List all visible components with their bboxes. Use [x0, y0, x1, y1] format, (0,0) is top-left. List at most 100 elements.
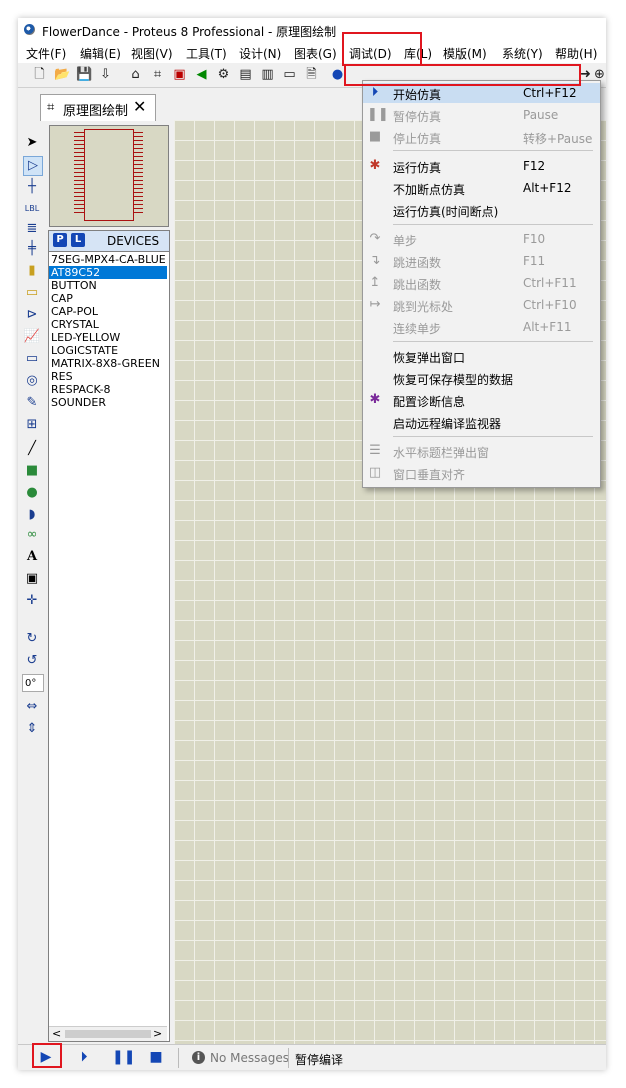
menu-tools[interactable]: 工具(T): [186, 45, 227, 62]
pick-devices-button[interactable]: P: [53, 233, 67, 247]
device-item[interactable]: CAP: [49, 292, 167, 305]
debug-menu-dropdown: ⏵ 开始仿真 Ctrl+F12 ❚❚ 暂停仿真 Pause ■ 停止仿真 转移+…: [362, 80, 601, 488]
menu-step-out[interactable]: ↥ 跳出函数 Ctrl+F11: [363, 273, 600, 293]
bom-icon[interactable]: ▤: [238, 67, 253, 82]
step-simulation-button[interactable]: ⏵: [76, 1049, 92, 1065]
device-item[interactable]: LED-YELLOW: [49, 331, 167, 344]
virtual-instrument-icon[interactable]: ⊞: [23, 416, 41, 434]
scroll-thumb[interactable]: [65, 1030, 151, 1038]
label-mode-icon[interactable]: LBL: [23, 200, 41, 218]
device-item[interactable]: SOUNDER: [49, 396, 167, 409]
menu-pause-simulation[interactable]: ❚❚ 暂停仿真 Pause: [363, 105, 600, 125]
source-code-icon[interactable]: ▥: [260, 67, 275, 82]
menu-help[interactable]: 帮助(H): [555, 45, 597, 62]
tile-vertical-icon: ◫: [368, 465, 382, 480]
menu-separator: [393, 150, 593, 151]
rotate-ccw-icon[interactable]: ↺: [23, 652, 41, 670]
junction-icon[interactable]: ┼: [23, 178, 41, 196]
voltage-probe-icon[interactable]: ✎: [23, 394, 41, 412]
gerber-icon[interactable]: ◀: [194, 67, 209, 82]
notes-icon[interactable]: 🗎: [304, 67, 319, 82]
start-debug-icon: ⏵: [371, 85, 379, 100]
menu-start-simulation[interactable]: ⏵ 开始仿真 Ctrl+F12: [363, 83, 600, 103]
scroll-left-arrow[interactable]: <: [52, 1027, 61, 1040]
tab-schematic[interactable]: ⌗ 原理图绘制 ✕: [40, 94, 156, 121]
device-item[interactable]: CAP-POL: [49, 305, 167, 318]
open-folder-icon[interactable]: 📂: [54, 67, 70, 82]
symbol-tool-icon[interactable]: ▣: [23, 570, 41, 588]
menu-tile-horizontal[interactable]: ☰ 水平标题栏弹出窗: [363, 441, 600, 461]
menu-step-into[interactable]: ↴ 跳进函数 F11: [363, 251, 600, 271]
device-item[interactable]: RESPACK-8: [49, 383, 167, 396]
text-script-icon[interactable]: ≣: [23, 220, 41, 238]
help-icon[interactable]: ●: [330, 67, 345, 82]
bus-icon[interactable]: ╪: [23, 240, 41, 258]
subcircuit-icon[interactable]: ▮: [23, 262, 41, 280]
menu-restore-popups[interactable]: 恢复弹出窗口: [363, 346, 600, 366]
menu-run-simulation[interactable]: ✱ 运行仿真 F12: [363, 156, 600, 176]
device-item-selected[interactable]: AT89C52: [49, 266, 167, 279]
menu-design[interactable]: 设计(N): [239, 45, 281, 62]
marker-tool-icon[interactable]: ✛: [23, 592, 41, 610]
close-tab-icon[interactable]: ✕: [133, 97, 146, 116]
menu-graph[interactable]: 图表(G): [294, 45, 337, 62]
menu-view[interactable]: 视图(V): [131, 45, 173, 62]
menu-stop-simulation[interactable]: ■ 停止仿真 转移+Pause: [363, 127, 600, 147]
tab-label: 原理图绘制: [63, 104, 129, 119]
mirror-horizontal-icon[interactable]: ⇔: [23, 698, 41, 716]
component-mode-icon[interactable]: ▷: [23, 156, 43, 176]
home-icon[interactable]: ⌂: [128, 67, 143, 82]
device-item[interactable]: BUTTON: [49, 279, 167, 292]
menu-step[interactable]: ↷ 单步 F10: [363, 229, 600, 249]
rotation-angle-field[interactable]: 0°: [22, 674, 44, 692]
device-item[interactable]: RES: [49, 370, 167, 383]
pin-icon[interactable]: ⊳: [23, 306, 41, 324]
menu-restore-model-data[interactable]: 恢复可保存模型的数据: [363, 368, 600, 388]
messages-status[interactable]: No Messages: [210, 1051, 289, 1065]
path-tool-icon[interactable]: ∞: [23, 526, 41, 544]
menu-tile-vertical[interactable]: ◫ 窗口垂直对齐: [363, 463, 600, 483]
menu-template[interactable]: 模版(M): [443, 45, 487, 62]
menu-run-time-breakpoint[interactable]: 运行仿真(时间断点): [363, 200, 600, 220]
library-manager-button[interactable]: L: [71, 233, 85, 247]
device-list-scrollbar[interactable]: < >: [49, 1026, 167, 1041]
menu-file[interactable]: 文件(F): [26, 45, 66, 62]
3d-view-icon[interactable]: ⚙: [216, 67, 231, 82]
menu-edit[interactable]: 编辑(E): [80, 45, 121, 62]
text-tool-icon[interactable]: A: [23, 548, 41, 566]
arc-tool-icon[interactable]: ◗: [23, 506, 41, 524]
line-tool-icon[interactable]: ╱: [23, 440, 41, 458]
menu-remote-compile-monitor[interactable]: 启动远程编译监视器: [363, 412, 600, 432]
generator-icon[interactable]: ◎: [23, 372, 41, 390]
schematic-icon[interactable]: ⌗: [150, 67, 165, 82]
save-icon[interactable]: 💾: [76, 67, 92, 82]
device-item[interactable]: CRYSTAL: [49, 318, 167, 331]
highlight-play-button: [32, 1043, 62, 1068]
box-tool-icon[interactable]: ■: [23, 462, 41, 480]
selection-mode-icon[interactable]: ➤: [23, 134, 41, 152]
graph-icon[interactable]: 📈: [23, 328, 41, 346]
tape-recorder-icon[interactable]: ▭: [23, 350, 41, 368]
new-file-icon[interactable]: 🗋: [32, 67, 47, 82]
menu-animated-step[interactable]: 连续单步 Alt+F11: [363, 317, 600, 337]
mirror-vertical-icon[interactable]: ⇕: [23, 720, 41, 738]
status-separator: [288, 1048, 289, 1068]
menu-configure-diagnostics[interactable]: ✱ 配置诊断信息: [363, 390, 600, 410]
netlist-icon[interactable]: ▭: [282, 67, 297, 82]
chip-right-pins: [133, 132, 143, 216]
device-item[interactable]: 7SEG-MPX4-CA-BLUE: [49, 253, 167, 266]
rotate-cw-icon[interactable]: ↻: [23, 630, 41, 648]
menu-system[interactable]: 系统(Y): [502, 45, 543, 62]
menu-run-to-cursor[interactable]: ↦ 跳到光标处 Ctrl+F10: [363, 295, 600, 315]
device-item[interactable]: LOGICSTATE: [49, 344, 167, 357]
circle-tool-icon[interactable]: ●: [23, 484, 41, 502]
pcb-icon[interactable]: ▣: [172, 67, 187, 82]
menu-run-without-breakpoints[interactable]: 不加断点仿真 Alt+F12: [363, 178, 600, 198]
stop-simulation-button[interactable]: ■: [148, 1049, 164, 1065]
import-icon[interactable]: ⇩: [98, 67, 113, 82]
pause-simulation-button[interactable]: ❚❚: [112, 1049, 135, 1065]
device-item[interactable]: MATRIX-8X8-GREEN: [49, 357, 167, 370]
terminal-icon[interactable]: ▭: [23, 284, 41, 302]
overview-preview[interactable]: [49, 125, 169, 227]
scroll-right-arrow[interactable]: >: [153, 1027, 162, 1040]
